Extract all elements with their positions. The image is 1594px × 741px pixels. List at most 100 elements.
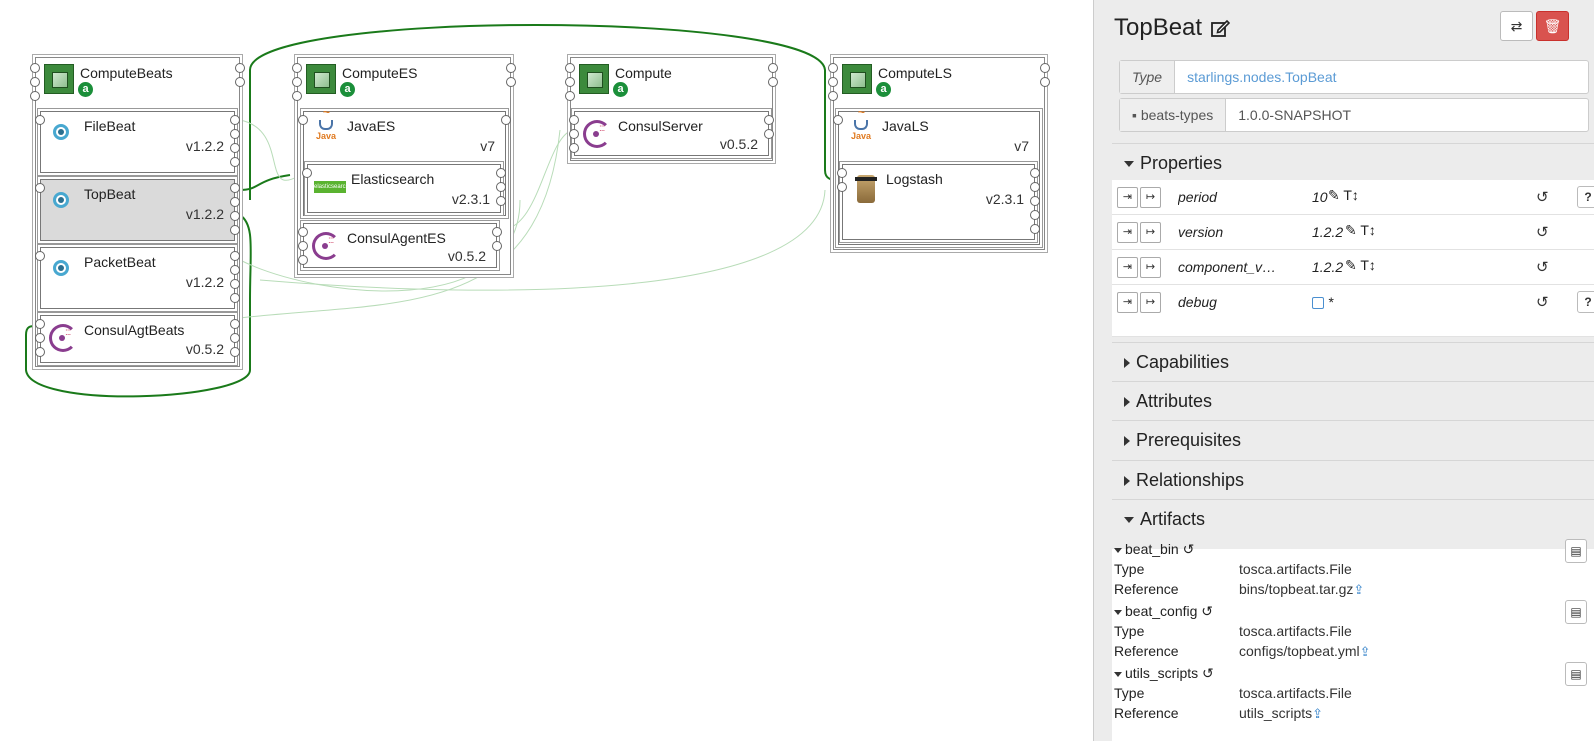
port[interactable]	[828, 63, 838, 73]
port[interactable]	[35, 333, 45, 343]
port[interactable]	[1030, 182, 1040, 192]
port[interactable]	[235, 77, 245, 87]
port[interactable]	[506, 63, 516, 73]
port[interactable]	[230, 143, 240, 153]
port[interactable]	[1040, 63, 1050, 73]
input-link-button[interactable]: ⇥	[1117, 222, 1138, 243]
output-link-button[interactable]: ↦	[1140, 292, 1161, 313]
section-capabilities[interactable]: Capabilities	[1112, 342, 1594, 380]
port[interactable]	[833, 115, 843, 125]
property-value[interactable]: 10	[1312, 189, 1328, 205]
port[interactable]	[1030, 168, 1040, 178]
port[interactable]	[492, 241, 502, 251]
port[interactable]	[506, 77, 516, 87]
port[interactable]	[565, 91, 575, 101]
port[interactable]	[1030, 224, 1040, 234]
port[interactable]	[569, 129, 579, 139]
port[interactable]	[230, 211, 240, 221]
port[interactable]	[837, 182, 847, 192]
port[interactable]	[35, 319, 45, 329]
node-filebeat[interactable]: FileBeat v1.2.2	[35, 111, 240, 173]
port[interactable]	[35, 251, 45, 261]
property-edit-tools[interactable]: ✎ T↕	[1345, 257, 1376, 274]
port[interactable]	[501, 115, 511, 125]
output-link-button[interactable]: ↦	[1140, 222, 1161, 243]
port[interactable]	[230, 319, 240, 329]
port[interactable]	[828, 91, 838, 101]
port[interactable]	[302, 168, 312, 178]
section-relationships[interactable]: Relationships	[1112, 460, 1594, 498]
help-button[interactable]: ?	[1577, 186, 1594, 208]
reset-icon[interactable]: ↺	[1536, 293, 1549, 311]
port[interactable]	[569, 143, 579, 153]
port[interactable]	[230, 265, 240, 275]
port[interactable]	[1040, 77, 1050, 87]
port[interactable]	[230, 129, 240, 139]
node-elasticsearch[interactable]: elasticsearch Elasticsearch v2.3.1	[302, 164, 506, 213]
help-button[interactable]: ?	[1577, 291, 1594, 313]
port[interactable]	[565, 77, 575, 87]
port[interactable]	[230, 347, 240, 357]
node-logstash[interactable]: Logstash v2.3.1	[837, 164, 1040, 240]
port[interactable]	[230, 293, 240, 303]
port[interactable]	[230, 333, 240, 343]
artifact-name[interactable]: utils_scripts ↺	[1114, 665, 1214, 682]
type-value[interactable]: starlings.nodes.TopBeat	[1175, 61, 1348, 93]
port[interactable]	[298, 255, 308, 265]
port[interactable]	[496, 182, 506, 192]
port[interactable]	[496, 168, 506, 178]
port[interactable]	[30, 91, 40, 101]
artifact-name[interactable]: beat_bin ↺	[1114, 541, 1194, 558]
port[interactable]	[298, 227, 308, 237]
property-value[interactable]: 1.2.2	[1312, 224, 1343, 240]
port[interactable]	[298, 241, 308, 251]
port[interactable]	[1030, 196, 1040, 206]
node-topbeat[interactable]: TopBeat v1.2.2	[35, 179, 240, 241]
upload-icon[interactable]: ⇪	[1353, 582, 1364, 597]
port[interactable]	[30, 77, 40, 87]
upload-icon[interactable]: ⇪	[1360, 644, 1371, 659]
port[interactable]	[35, 347, 45, 357]
node-consulagtbeats[interactable]: ::: ConsulAgtBeats v0.5.2	[35, 315, 240, 363]
port[interactable]	[230, 251, 240, 261]
port[interactable]	[837, 168, 847, 178]
port[interactable]	[230, 225, 240, 235]
topology-canvas[interactable]: ComputeBeats a FileBeat v1.2.2 TopBeat v…	[0, 0, 1093, 741]
port[interactable]	[1030, 210, 1040, 220]
port[interactable]	[230, 183, 240, 193]
input-link-button[interactable]: ⇥	[1117, 257, 1138, 278]
port[interactable]	[764, 115, 774, 125]
edit-icon[interactable]	[1210, 18, 1231, 38]
port[interactable]	[35, 183, 45, 193]
reset-icon[interactable]: ↺	[1536, 188, 1549, 206]
debug-checkbox[interactable]	[1312, 297, 1324, 310]
section-attributes[interactable]: Attributes	[1112, 381, 1594, 419]
port[interactable]	[230, 279, 240, 289]
output-link-button[interactable]: ↦	[1140, 257, 1161, 278]
port[interactable]	[768, 77, 778, 87]
section-prerequisites[interactable]: Prerequisites	[1112, 420, 1594, 458]
input-link-button[interactable]: ⇥	[1117, 187, 1138, 208]
property-edit-tools[interactable]: ✎ T↕	[1328, 187, 1359, 204]
port[interactable]	[235, 63, 245, 73]
property-edit-tools[interactable]: ✎ T↕	[1345, 222, 1376, 239]
artifact-name[interactable]: beat_config ↺	[1114, 603, 1213, 620]
port[interactable]	[764, 129, 774, 139]
port[interactable]	[230, 157, 240, 167]
port[interactable]	[30, 63, 40, 73]
port[interactable]	[298, 115, 308, 125]
delete-node-button[interactable]: 🗑	[1536, 11, 1569, 41]
port[interactable]	[230, 115, 240, 125]
replace-node-button[interactable]: ⇄	[1500, 11, 1533, 41]
input-link-button[interactable]: ⇥	[1117, 292, 1138, 313]
file-icon[interactable]: ▤	[1565, 539, 1587, 563]
port[interactable]	[496, 196, 506, 206]
node-consulagentes[interactable]: ::: ConsulAgentES v0.5.2	[298, 223, 502, 268]
port[interactable]	[292, 77, 302, 87]
reset-icon[interactable]: ↺	[1536, 258, 1549, 276]
property-value[interactable]: 1.2.2	[1312, 259, 1343, 275]
port[interactable]	[768, 63, 778, 73]
port[interactable]	[828, 77, 838, 87]
port[interactable]	[292, 91, 302, 101]
node-consulserver[interactable]: ::: ConsulServer v0.5.2	[569, 111, 774, 156]
